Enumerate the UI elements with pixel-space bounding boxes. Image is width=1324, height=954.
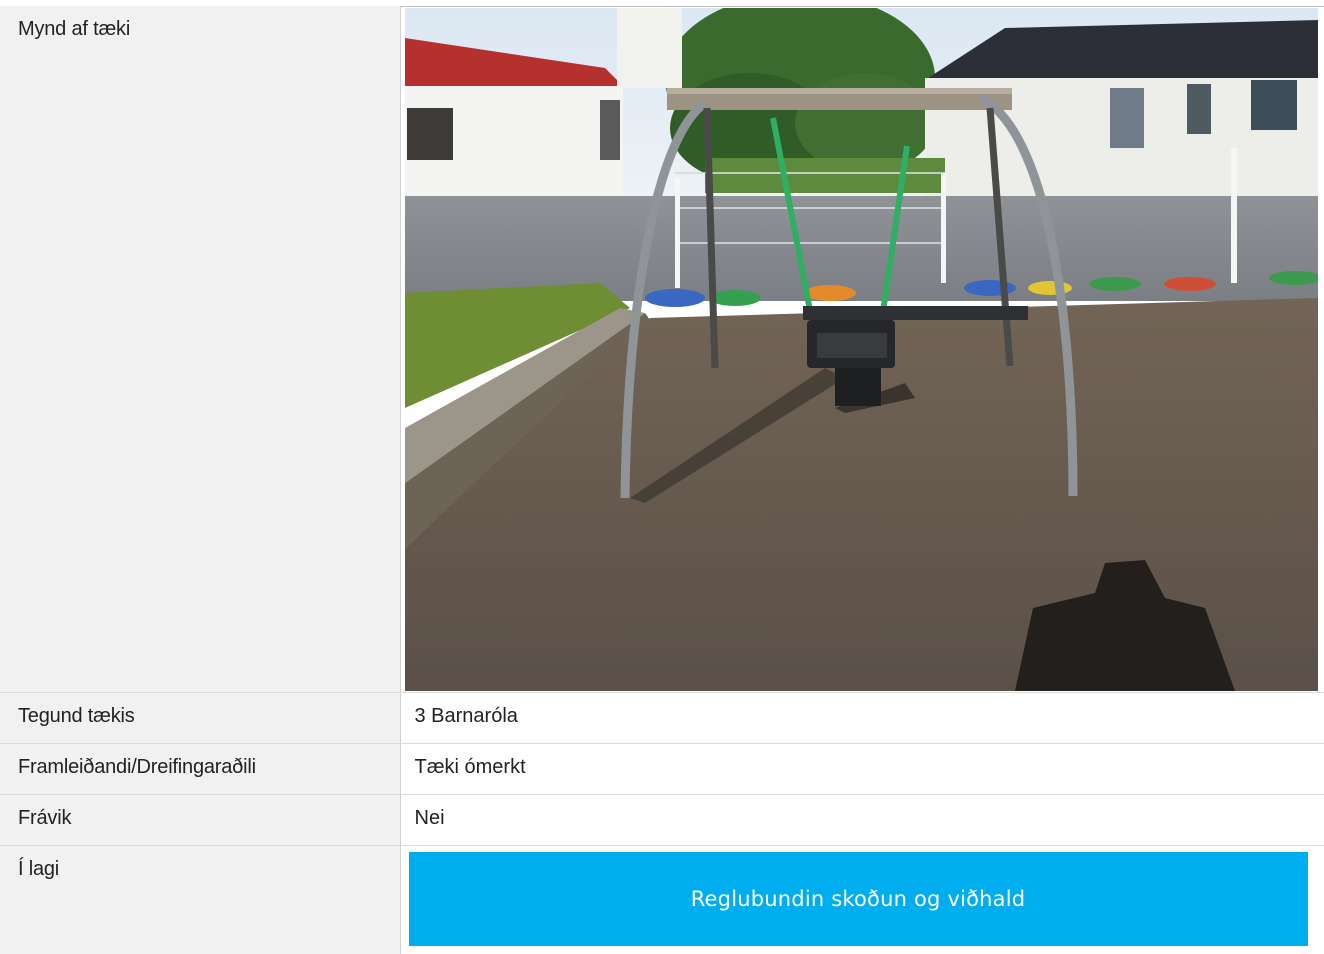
table-row: Tegund tækis 3 Barnaróla [0,693,1324,744]
table-row: Framleiðandi/Dreifingaraðili Tæki ómerkt [0,744,1324,795]
row-label-deviation: Frávik [0,795,400,846]
inspection-maintenance-button[interactable]: Reglubundin skoðun og viðhald [409,852,1308,946]
row-value-type: 3 Barnaróla [400,693,1324,744]
equipment-info-table: Mynd af tæki [0,6,1324,954]
equipment-photo [405,8,1318,691]
button-cell: Reglubundin skoðun og viðhald [400,846,1324,954]
row-label-ok: Í lagi [0,846,400,954]
row-label-type: Tegund tækis [0,693,400,744]
photo-cell [400,6,1324,693]
row-label-manufacturer: Framleiðandi/Dreifingaraðili [0,744,400,795]
table-row: Mynd af tæki [0,6,1324,693]
row-value-deviation: Nei [400,795,1324,846]
row-label-photo: Mynd af tæki [0,6,400,693]
table-row: Frávik Nei [0,795,1324,846]
row-value-manufacturer: Tæki ómerkt [400,744,1324,795]
table-row: Í lagi Reglubundin skoðun og viðhald [0,846,1324,954]
